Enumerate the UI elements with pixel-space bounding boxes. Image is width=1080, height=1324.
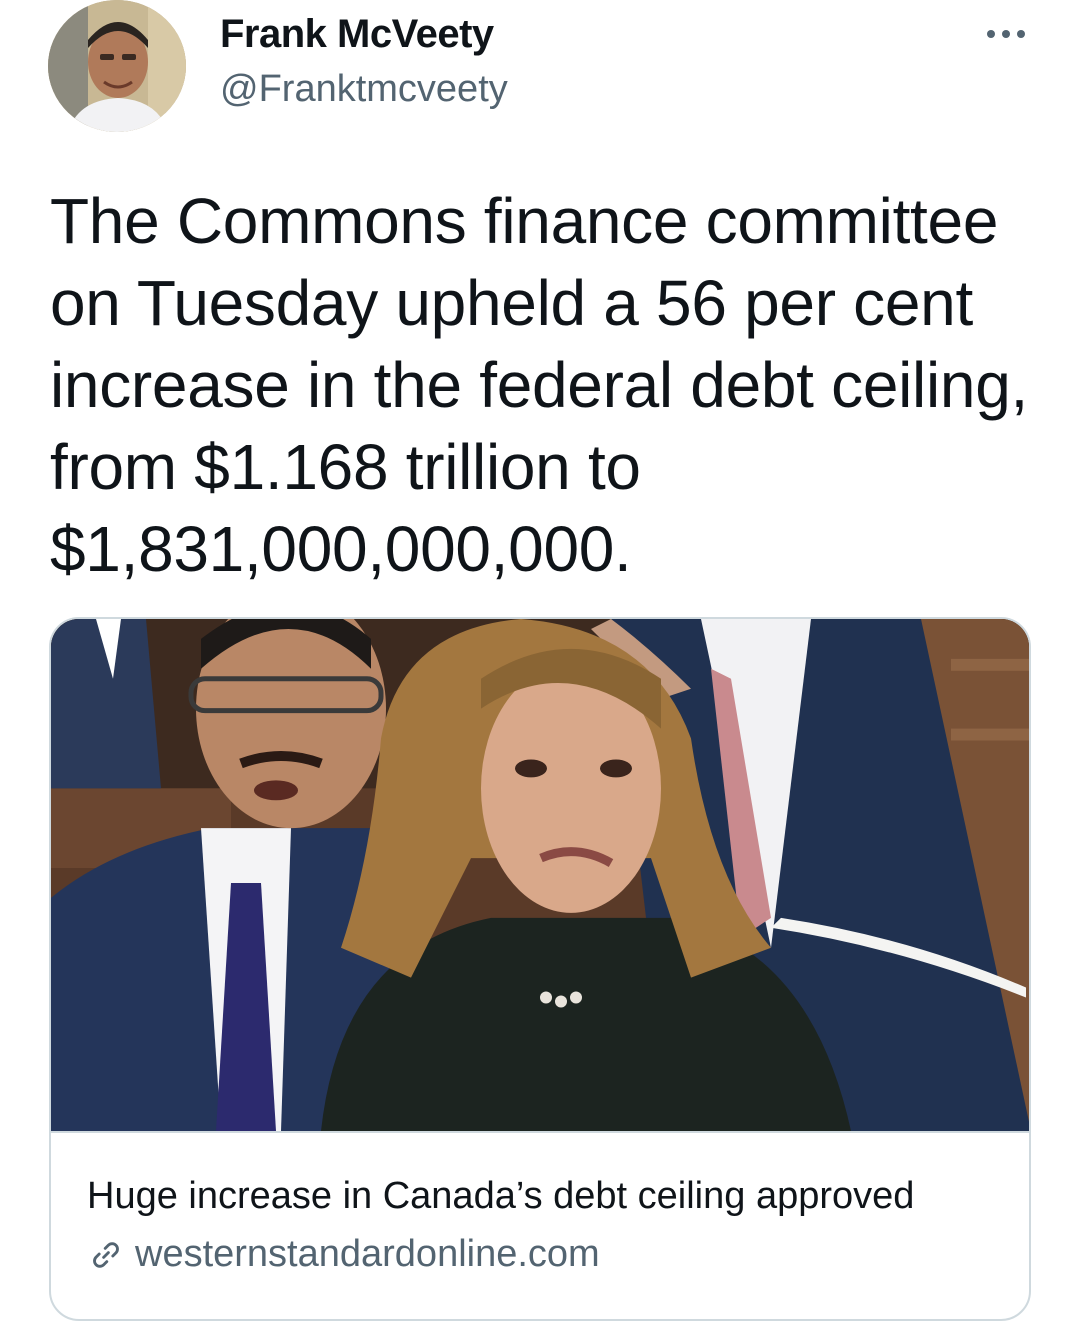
more-horizontal-icon xyxy=(1017,30,1025,38)
link-preview-card[interactable]: Huge increase in Canada’s debt ceiling a… xyxy=(49,617,1031,1321)
more-options-button[interactable] xyxy=(980,14,1032,54)
avatar-photo xyxy=(48,0,186,132)
card-domain: westernstandardonline.com xyxy=(135,1233,600,1275)
author-avatar[interactable] xyxy=(48,0,186,132)
author-handle[interactable]: @Franktmcveety xyxy=(220,68,508,111)
card-title[interactable]: Huge increase in Canada’s debt ceiling a… xyxy=(87,1175,1007,1218)
card-image xyxy=(51,619,1029,1133)
card-domain-row[interactable]: westernstandardonline.com xyxy=(87,1233,600,1276)
more-horizontal-icon xyxy=(987,30,995,38)
link-icon xyxy=(93,1241,119,1268)
more-horizontal-icon xyxy=(1002,30,1010,38)
tweet-text: The Commons finance committee on Tuesday… xyxy=(50,185,1028,585)
author-name[interactable]: Frank McVeety xyxy=(220,12,494,57)
